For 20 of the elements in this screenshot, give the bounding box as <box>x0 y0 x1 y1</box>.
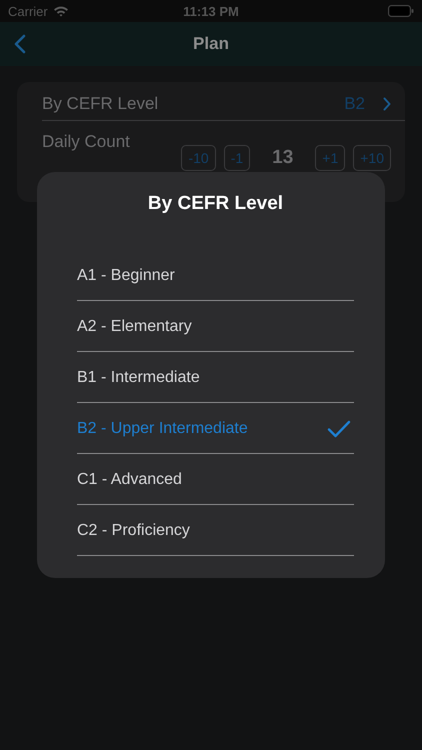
checkmark-icon <box>327 420 351 438</box>
carrier-label: Carrier <box>8 4 48 18</box>
level-option[interactable]: A2 - Elementary <box>77 302 354 352</box>
status-time: 11:13 PM <box>183 4 239 18</box>
level-label: By CEFR Level <box>42 94 158 114</box>
level-option[interactable]: A1 - Beginner <box>77 251 354 301</box>
nav-title: Plan <box>192 34 230 54</box>
back-chevron-icon <box>14 34 26 54</box>
battery-icon <box>388 5 414 17</box>
level-option[interactable]: B1 - Intermediate <box>77 353 354 403</box>
level-option[interactable]: B2 - Upper Intermediate <box>77 404 354 454</box>
dialog-title: By CEFR Level <box>146 193 284 215</box>
level-value: B2 <box>344 94 365 114</box>
daily-count-label: Daily Count <box>42 132 131 152</box>
level-row[interactable]: By CEFR Level B2 <box>42 90 405 121</box>
level-option[interactable]: C2 - Proficiency <box>77 506 354 556</box>
chevron-right-icon <box>383 97 391 111</box>
level-option[interactable]: C1 - Advanced <box>77 455 354 505</box>
wifi-icon <box>52 5 69 17</box>
count-value: 13 <box>272 147 294 169</box>
